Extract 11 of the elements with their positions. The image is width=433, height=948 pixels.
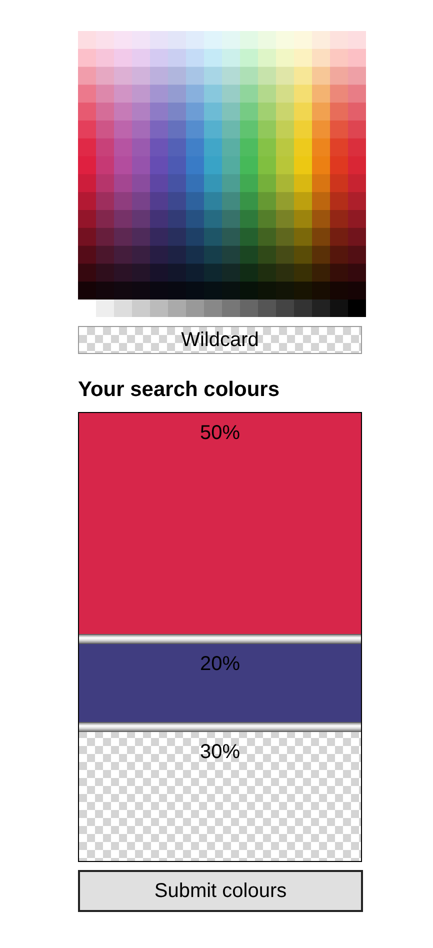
percentage-label: 30% xyxy=(200,742,240,762)
colour-segment[interactable]: 50% xyxy=(79,412,361,634)
percentage-label: 20% xyxy=(200,654,240,674)
colour-segment[interactable]: 30% xyxy=(79,722,361,860)
section-heading: Your search colours xyxy=(78,377,281,403)
submit-button[interactable]: Submit colours xyxy=(78,870,363,912)
wildcard-button[interactable]: Wildcard xyxy=(78,326,362,354)
drag-handle[interactable] xyxy=(79,722,361,732)
colour-palette[interactable] xyxy=(78,31,366,317)
percentage-label: 50% xyxy=(200,422,240,442)
drag-handle[interactable] xyxy=(79,634,361,644)
